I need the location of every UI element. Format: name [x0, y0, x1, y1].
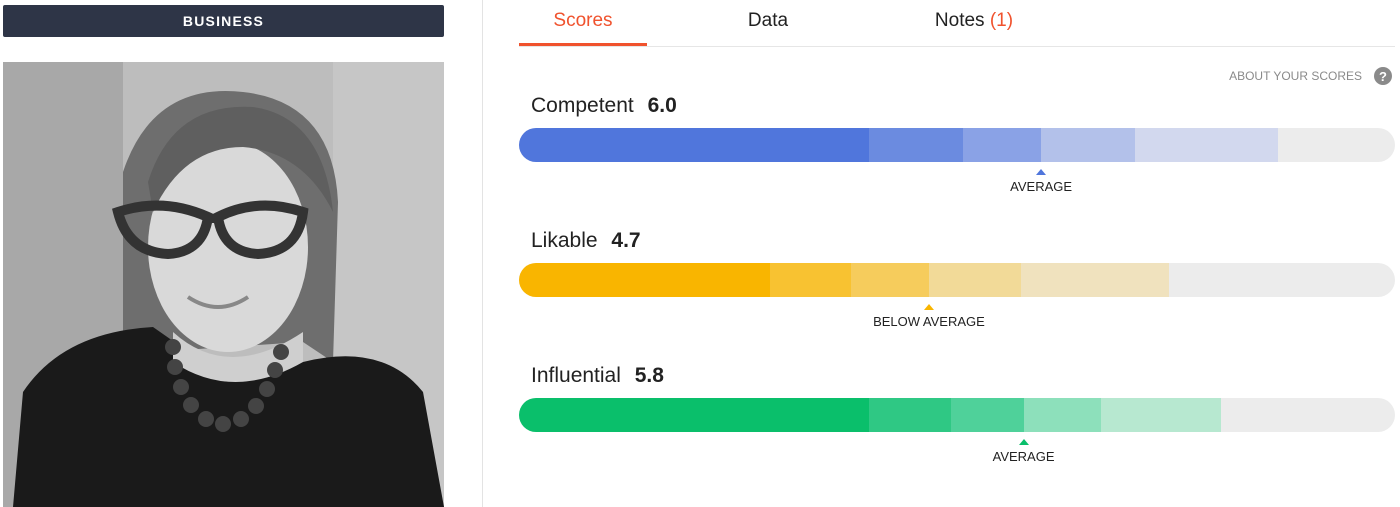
profile-photo — [3, 62, 444, 507]
score-competent-value: 6.0 — [647, 94, 677, 117]
score-likable-marker — [923, 304, 934, 310]
score-bar-segment — [1020, 263, 1169, 297]
score-bar-segment — [963, 128, 1042, 162]
score-bar-segment — [928, 263, 1021, 297]
score-likable-label: Likable — [531, 229, 598, 252]
score-competent-label: Competent — [531, 94, 634, 117]
category-header: BUSINESS — [3, 5, 444, 37]
score-competent-marker — [1036, 169, 1047, 175]
tab-scores-label: Scores — [553, 10, 613, 31]
score-likable-value: 4.7 — [611, 229, 641, 252]
score-influential-value: 5.8 — [634, 364, 664, 387]
score-competent-bar — [519, 128, 1395, 162]
score-influential-title: Influential 5.8 — [531, 364, 664, 388]
about-scores-link[interactable]: ABOUT YOUR SCORES ? — [1229, 67, 1392, 85]
score-bar-segment — [519, 398, 870, 432]
score-bar-segment — [869, 128, 964, 162]
score-influential-marker-label: AVERAGE — [992, 449, 1055, 464]
help-icon[interactable]: ? — [1374, 67, 1392, 85]
score-likable-title: Likable 4.7 — [531, 229, 641, 253]
score-bar-segment — [1041, 128, 1135, 162]
score-bar-segment — [1023, 398, 1101, 432]
score-tabs: Scores Data Notes (1) — [519, 0, 1395, 47]
tab-notes-label: Notes — [934, 10, 985, 31]
score-influential-marker — [1018, 439, 1029, 445]
score-bar-segment — [869, 398, 951, 432]
tab-scores[interactable]: Scores — [519, 10, 647, 46]
tab-data[interactable]: Data — [704, 10, 832, 44]
score-competent-marker-label: AVERAGE — [1010, 179, 1073, 194]
score-bar-segment — [1100, 398, 1221, 432]
about-scores-label: ABOUT YOUR SCORES — [1229, 69, 1362, 83]
score-competent-title: Competent 6.0 — [531, 94, 677, 118]
category-label: BUSINESS — [182, 13, 265, 29]
score-influential-bar — [519, 398, 1395, 432]
score-likable-marker-label: BELOW AVERAGE — [873, 314, 985, 329]
score-bar-segment — [770, 263, 851, 297]
profile-column: BUSINESS — [0, 0, 448, 507]
score-influential-label: Influential — [531, 364, 621, 387]
score-bar-segment — [850, 263, 929, 297]
tab-notes[interactable]: Notes (1) — [894, 10, 1054, 44]
score-bar-segment — [519, 263, 771, 297]
score-bar-segment — [519, 128, 870, 162]
score-bar-segment — [1134, 128, 1278, 162]
score-bar-segment — [950, 398, 1024, 432]
tab-data-label: Data — [747, 10, 789, 31]
column-divider — [482, 0, 483, 507]
tab-notes-count: (1) — [989, 10, 1014, 31]
score-likable-bar — [519, 263, 1395, 297]
